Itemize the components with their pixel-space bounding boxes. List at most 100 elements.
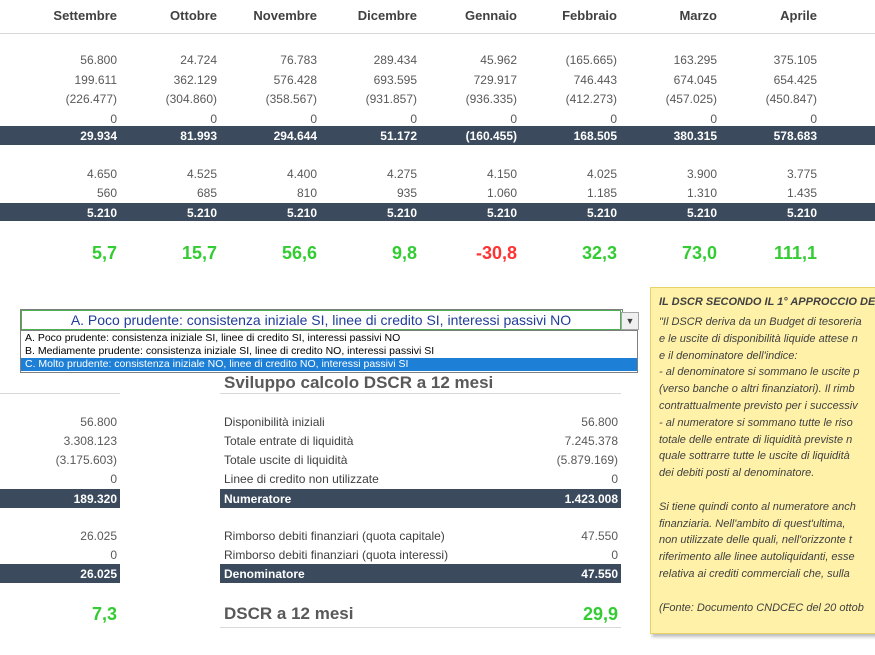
cell-value: 362.129	[173, 72, 217, 87]
cell-value: (931.857)	[365, 92, 417, 106]
month-header: Gennaio	[464, 8, 517, 23]
note-line: "Il DSCR deriva da un Budget di tesoreri…	[659, 316, 862, 328]
dropdown-option-selected[interactable]: C. Molto prudente: consistenza iniziale …	[21, 358, 637, 371]
month-header: Novembre	[253, 8, 317, 23]
row-value: 7.245.378	[564, 434, 618, 448]
cell-value: 0	[710, 111, 717, 126]
total-value: 5.210	[86, 206, 117, 220]
month-header: Settembre	[53, 8, 117, 23]
cell-value: 56.800	[80, 53, 117, 67]
cell-value: 0	[310, 111, 317, 126]
row-label: Disponibilità iniziali	[224, 415, 325, 429]
cell-value: 654.425	[773, 72, 817, 87]
month-header: Marzo	[679, 8, 717, 23]
note-line: finanziaria. Nell'ambito di quest'ultima…	[659, 517, 846, 530]
dscr-month-value: 9,8	[391, 243, 417, 263]
cell-value: 3.900	[686, 167, 717, 181]
cell-value: (226.477)	[65, 92, 117, 106]
row-label: Rimborso debiti finanziari (quota capita…	[224, 529, 445, 543]
cell-value: 289.434	[373, 53, 417, 67]
total-value: 5.210	[686, 206, 717, 220]
dropdown-option[interactable]: A. Poco prudente: consistenza iniziale S…	[21, 332, 637, 345]
dropdown-selected-value[interactable]: A. Poco prudente: consistenza iniziale S…	[21, 310, 621, 330]
note-line: totale delle entrate di liquidità previs…	[659, 433, 853, 446]
note-line: (verso banche o altri finanziatori). Il …	[659, 383, 855, 396]
note-line: riferimento alle linee autoliquidanti, e…	[659, 551, 855, 564]
denominator-label: Denominatore	[224, 567, 305, 581]
left-value: 56.800	[80, 415, 117, 429]
note-line: - al numeratore si sommano tutte le riso	[659, 416, 853, 429]
dropdown-list[interactable]: A. Poco prudente: consistenza iniziale S…	[20, 330, 638, 373]
total-value: 81.993	[180, 129, 217, 143]
dscr-month-value: -30,8	[475, 243, 517, 263]
denominator-value: 47.550	[581, 567, 618, 581]
divider	[0, 393, 120, 394]
dscr-month-value: 15,7	[181, 243, 217, 263]
chevron-down-icon[interactable]: ▼	[621, 312, 639, 330]
scenario-dropdown[interactable]: A. Poco prudente: consistenza iniziale S…	[20, 309, 623, 331]
cell-value: 729.917	[473, 72, 517, 87]
total-value: (160.455)	[465, 129, 517, 143]
cell-value: 935	[396, 186, 417, 200]
note-line: non utilizzate delle quali, nell'orizzon…	[659, 534, 852, 547]
note-line: e il denominatore dell'indice:	[659, 349, 798, 362]
left-value: 3.308.123	[63, 434, 117, 448]
row-label: Rimborso debiti finanziari (quota intere…	[224, 548, 449, 562]
left-value: 0	[110, 548, 117, 562]
month-header: Febbraio	[562, 8, 617, 23]
cell-value: 0	[410, 111, 417, 126]
row-label: Totale uscite di liquidità	[224, 453, 348, 467]
cell-value: 4.275	[386, 167, 417, 181]
cell-value: 1.435	[786, 186, 817, 200]
cell-value: 4.025	[586, 167, 617, 181]
dropdown-option[interactable]: B. Mediamente prudente: consistenza iniz…	[21, 345, 637, 358]
cell-value: 163.295	[673, 53, 717, 67]
row-value: 0	[611, 472, 618, 486]
note-line: relativa ai crediti commerciali che, sul…	[659, 568, 850, 580]
divider	[220, 627, 621, 628]
divider	[0, 33, 875, 34]
dscr-value: 29,9	[582, 604, 618, 624]
comment-note: IL DSCR SECONDO IL 1° APPROCCIO DEL "Il …	[650, 287, 875, 634]
divider	[220, 393, 621, 394]
note-line: Si tiene quindi conto al numeratore anch	[659, 500, 856, 513]
total-value: 5.210	[186, 206, 217, 220]
cell-value: (450.847)	[765, 92, 817, 106]
note-line: contrattualmente previsto per i successi…	[659, 400, 858, 412]
note-line: e le uscite di disponibilità liquide att…	[659, 332, 858, 345]
cell-value: 4.650	[86, 167, 117, 181]
row-value: (5.879.169)	[556, 453, 618, 467]
total-value: 5.210	[386, 206, 417, 220]
month-header: Dicembre	[357, 8, 417, 23]
numerator-value: 1.423.008	[564, 492, 618, 506]
row-value: 0	[611, 548, 618, 562]
cell-value: 685	[196, 186, 217, 200]
total-value: 51.172	[380, 129, 417, 143]
cell-value: 810	[296, 186, 317, 200]
dscr-month-value: 111,1	[773, 243, 817, 263]
total-value: 380.315	[673, 129, 717, 143]
dscr-label: DSCR a 12 mesi	[224, 604, 354, 623]
numerator-label: Numeratore	[224, 492, 292, 506]
cell-value: (457.025)	[665, 92, 717, 106]
cell-value: 199.611	[74, 72, 118, 87]
cell-value: 0	[610, 111, 617, 126]
cell-value: (412.273)	[565, 92, 617, 106]
cell-value: (936.335)	[465, 92, 517, 106]
cell-value: 24.724	[180, 53, 217, 67]
cell-value: 1.060	[486, 186, 517, 200]
cell-value: 674.045	[673, 72, 717, 87]
total-value: 578.683	[773, 129, 817, 143]
cell-value: 4.525	[186, 167, 217, 181]
cell-value: 1.185	[586, 186, 617, 200]
cell-value: 4.400	[286, 167, 317, 181]
dscr-month-value: 56,6	[281, 243, 317, 263]
denominator-left-value: 26.025	[80, 567, 117, 581]
cell-value: 0	[510, 111, 517, 126]
total-bar	[0, 126, 875, 145]
cell-value: 1.310	[686, 186, 717, 200]
total-value: 5.210	[486, 206, 517, 220]
total-value: 5.210	[786, 206, 817, 220]
left-value: (3.175.603)	[55, 453, 117, 467]
total-value: 294.644	[273, 129, 317, 143]
